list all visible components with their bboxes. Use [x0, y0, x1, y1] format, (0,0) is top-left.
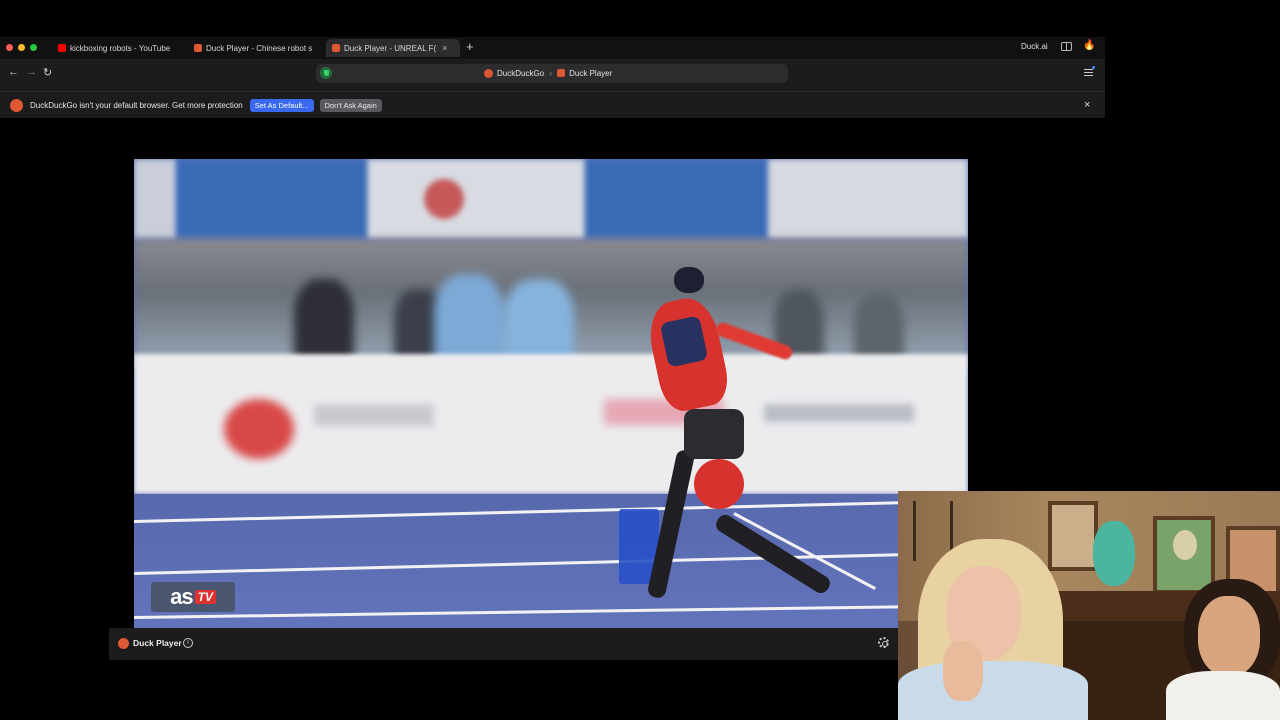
tab-kickboxing-robots[interactable]: kickboxing robots - YouTube: [52, 39, 182, 57]
browser-chrome: kickboxing robots - YouTube Duck Player …: [0, 37, 1105, 118]
fullscreen-window-button[interactable]: [30, 44, 37, 51]
youtube-icon: [58, 44, 66, 52]
tab-title: kickboxing robots - YouTube: [70, 43, 171, 53]
duck-player-icon: [557, 69, 566, 77]
close-tab-icon[interactable]: ×: [442, 43, 447, 53]
as-tv-logo: as TV: [151, 582, 235, 612]
duck-player-logo-icon: [118, 638, 129, 649]
hamburger-menu-icon[interactable]: [1084, 69, 1093, 76]
default-browser-notice: DuckDuckGo isn't your default browser. G…: [0, 91, 1105, 118]
wall-picture: [1048, 501, 1098, 571]
breadcrumb-duckduckgo: DuckDuckGo: [484, 68, 545, 78]
notice-message: DuckDuckGo isn't your default browser. G…: [30, 100, 243, 110]
fire-button-icon[interactable]: 🔥: [1083, 40, 1095, 51]
privacy-shield-icon[interactable]: [320, 67, 332, 79]
duck-player-icon: [194, 44, 202, 52]
breadcrumb-label: DuckDuckGo: [497, 68, 545, 78]
duck-ai-button[interactable]: Duck.ai: [1021, 42, 1048, 51]
info-icon[interactable]: i: [183, 638, 193, 648]
video-frame[interactable]: as TV: [134, 159, 968, 628]
close-window-button[interactable]: [6, 44, 13, 51]
duck-player-bar: Duck Player i: [109, 628, 900, 660]
logo-text: as: [170, 584, 194, 609]
navigation-toolbar: ← → ↻ DuckDuckGo › Duck Player: [0, 61, 1105, 87]
reload-button[interactable]: ↻: [43, 66, 52, 79]
breadcrumb: DuckDuckGo › Duck Player: [484, 68, 612, 78]
settings-gear-icon[interactable]: [878, 637, 889, 648]
video-scene-banner: [134, 159, 968, 239]
new-tab-button[interactable]: +: [466, 40, 474, 54]
webcam-overlay: [898, 491, 1280, 720]
sidebar-toggle-icon[interactable]: [1061, 42, 1072, 51]
tab-title: Duck Player - UNREAL F(: [344, 43, 437, 53]
address-bar[interactable]: DuckDuckGo › Duck Player: [316, 64, 788, 83]
set-as-default-button[interactable]: Set As Default...: [249, 98, 314, 112]
chevron-right-icon: ›: [549, 68, 553, 78]
duck-player-label: Duck Player: [133, 638, 182, 648]
breadcrumb-label: Duck Player: [569, 68, 613, 78]
duckduckgo-logo-icon: [10, 98, 23, 112]
notification-dot: [1092, 66, 1095, 69]
duckduckgo-logo-icon: [484, 68, 493, 78]
back-button[interactable]: ←: [8, 66, 19, 78]
tab-title: Duck Player - Chinese robot sm: [206, 43, 312, 53]
wall-painting: [1153, 516, 1215, 594]
tab-duck-player-chinese-robot[interactable]: Duck Player - Chinese robot sm: [188, 39, 318, 57]
logo-text: TV: [194, 590, 216, 604]
close-icon[interactable]: ×: [1084, 99, 1090, 111]
minimize-window-button[interactable]: [18, 44, 25, 51]
duck-player-icon: [332, 44, 340, 52]
tab-duck-player-unreal[interactable]: Duck Player - UNREAL F( ×: [326, 39, 460, 57]
dont-ask-again-button[interactable]: Don't Ask Again: [319, 98, 382, 112]
video-scene-robot: [634, 259, 884, 628]
mask-decoration: [1093, 521, 1135, 586]
breadcrumb-duck-player: Duck Player: [557, 69, 612, 78]
tab-bar: kickboxing robots - YouTube Duck Player …: [0, 37, 1105, 59]
forward-button[interactable]: →: [26, 66, 37, 78]
